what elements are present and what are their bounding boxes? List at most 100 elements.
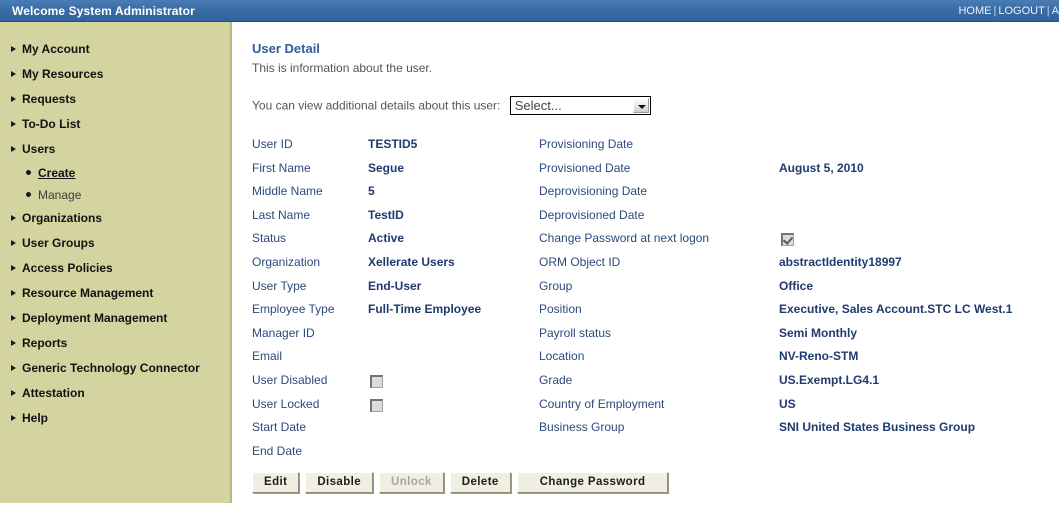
sidebar-item-label: Reports: [22, 336, 68, 350]
sidebar-item-label: Users: [22, 142, 56, 156]
header-link-about[interactable]: A: [1052, 5, 1059, 17]
field-value-grade: US.Exempt.LG4.1: [779, 373, 880, 387]
field-value-location: NV-Reno-STM: [779, 349, 859, 364]
field-label-location: Location: [539, 349, 585, 364]
sidebar-item-requests[interactable]: Requests: [0, 87, 232, 112]
field-label-status: Status: [252, 231, 287, 246]
field-value-business-group: SNI United States Business Group: [779, 420, 976, 435]
field-label-manager-id: Manager ID: [252, 325, 315, 340]
field-label-start-date: Start Date: [252, 420, 307, 435]
checkbox-user-disabled[interactable]: [370, 375, 383, 388]
chevron-right-icon: [11, 215, 16, 221]
bullet-icon: [26, 170, 31, 175]
field-value-employee-type: Full-Time Employee: [368, 302, 482, 317]
field-value-last-name: TestID: [368, 207, 404, 222]
field-label-provisioned-date: Provisioned Date: [539, 160, 631, 175]
field-label-user-disabled: User Disabled: [252, 373, 328, 387]
sidebar-item-generic-technology-connector[interactable]: Generic Technology Connector: [0, 356, 232, 381]
field-label-email: Email: [252, 349, 283, 364]
chevron-right-icon: [11, 71, 16, 77]
field-label-deprovisioning-date: Deprovisioning Date: [539, 184, 648, 199]
field-label-deprovisioned-date: Deprovisioned Date: [539, 207, 645, 222]
sidebar-subitem-label: Create: [38, 166, 76, 180]
chevron-right-icon: [11, 121, 16, 127]
header-link-home[interactable]: HOME: [958, 5, 991, 17]
sidebar-subitem-create[interactable]: Create: [0, 162, 232, 184]
sidebar-item-label: Resource Management: [22, 286, 154, 300]
sidebar-item-my-account[interactable]: My Account: [0, 37, 232, 62]
sidebar-item-label: Generic Technology Connector: [22, 361, 200, 375]
sidebar-item-attestation[interactable]: Attestation: [0, 381, 232, 406]
top-header-bar: Welcome System Administrator HOME | LOGOUT…: [0, 0, 1059, 22]
field-label-provisioning-date: Provisioning Date: [539, 137, 634, 151]
sidebar-item-label: Access Policies: [22, 261, 113, 275]
field-label-position: Position: [539, 302, 582, 317]
chevron-right-icon: [11, 315, 16, 321]
field-label-group: Group: [539, 278, 573, 293]
field-value-middle-name: 5: [368, 184, 375, 199]
field-label-user-type: User Type: [252, 278, 307, 293]
sidebar-item-access-policies[interactable]: Access Policies: [0, 256, 232, 281]
field-value-position: Executive, Sales Account.STC LC West.1: [779, 302, 1013, 317]
field-value-first-name: Segue: [368, 160, 405, 175]
checkbox-change-password-at-next-logon[interactable]: [781, 233, 794, 247]
field-label-employee-type: Employee Type: [252, 302, 335, 317]
sidebar-item-to-do-list[interactable]: To-Do List: [0, 112, 232, 137]
chevron-right-icon: [11, 46, 16, 52]
change-password-button[interactable]: Change Password: [516, 472, 669, 493]
sidebar-item-help[interactable]: Help: [0, 406, 232, 431]
sidebar-item-label: Requests: [22, 92, 77, 106]
bullet-icon: [26, 192, 31, 197]
sidebar-subitem-label: Manage: [38, 188, 82, 202]
field-label-payroll-status: Payroll status: [539, 325, 612, 340]
field-label-business-group: Business Group: [539, 420, 625, 435]
field-label-grade: Grade: [539, 373, 573, 387]
edit-button[interactable]: Edit: [252, 472, 300, 493]
user-detail-fields: User ID TESTID5 First Name Segue Middle Name…: [234, 22, 1059, 511]
chevron-right-icon: [11, 390, 16, 396]
field-value-group: Office: [779, 278, 814, 293]
field-label-last-name: Last Name: [252, 207, 311, 222]
field-label-end-date: End Date: [252, 443, 303, 458]
field-label-country-of-employment: Country of Employment: [539, 396, 665, 411]
sidebar: My Account My Resources Requests To-Do L…: [0, 22, 232, 511]
chevron-right-icon: [11, 240, 16, 246]
field-label-user-id: User ID: [252, 137, 293, 151]
delete-button[interactable]: Delete: [449, 472, 511, 493]
chevron-right-icon: [11, 365, 16, 371]
chevron-right-icon: [11, 340, 16, 346]
field-value-orm-object-id: abstractIdentity18997: [779, 255, 902, 269]
unlock-button: Unlock: [379, 472, 444, 493]
header-links: HOME | LOGOUT | A: [951, 5, 1059, 17]
sidebar-subitem-manage[interactable]: Manage: [0, 184, 232, 206]
field-value-payroll-status: Semi Monthly: [779, 325, 858, 340]
chevron-right-icon: [11, 415, 16, 421]
sidebar-item-resource-management[interactable]: Resource Management: [0, 281, 232, 306]
field-label-orm-object-id: ORM Object ID: [539, 255, 621, 269]
field-value-country-of-employment: US: [779, 396, 796, 411]
action-button-bar: Edit Disable Unlock Delete Change Password: [252, 472, 674, 493]
sidebar-item-label: User Groups: [22, 236, 95, 250]
sidebar-item-label: My Account: [22, 42, 90, 56]
chevron-right-icon: [11, 96, 16, 102]
sidebar-item-user-groups[interactable]: User Groups: [0, 231, 232, 256]
chevron-right-icon: [11, 265, 16, 271]
disable-button[interactable]: Disable: [305, 472, 374, 493]
header-link-logout[interactable]: LOGOUT: [998, 5, 1044, 17]
checkbox-user-locked[interactable]: [370, 398, 383, 412]
field-value-provisioned-date: August 5, 2010: [779, 160, 864, 175]
sidebar-item-my-resources[interactable]: My Resources: [0, 62, 232, 87]
chevron-right-icon: [11, 290, 16, 296]
field-label-change-password-at-next-logon: Change Password at next logon: [539, 231, 710, 246]
field-label-middle-name: Middle Name: [252, 184, 323, 199]
field-label-organization: Organization: [252, 255, 321, 269]
sidebar-item-label: Deployment Management: [22, 311, 168, 325]
sidebar-item-label: Help: [22, 411, 49, 425]
sidebar-item-organizations[interactable]: Organizations: [0, 206, 232, 231]
field-value-organization: Xellerate Users: [368, 255, 455, 269]
bottom-strip: [0, 503, 1059, 511]
sidebar-item-reports[interactable]: Reports: [0, 331, 232, 356]
sidebar-item-users[interactable]: Users: [0, 137, 232, 162]
sidebar-item-deployment-management[interactable]: Deployment Management: [0, 306, 232, 331]
field-label-user-locked: User Locked: [252, 396, 320, 411]
